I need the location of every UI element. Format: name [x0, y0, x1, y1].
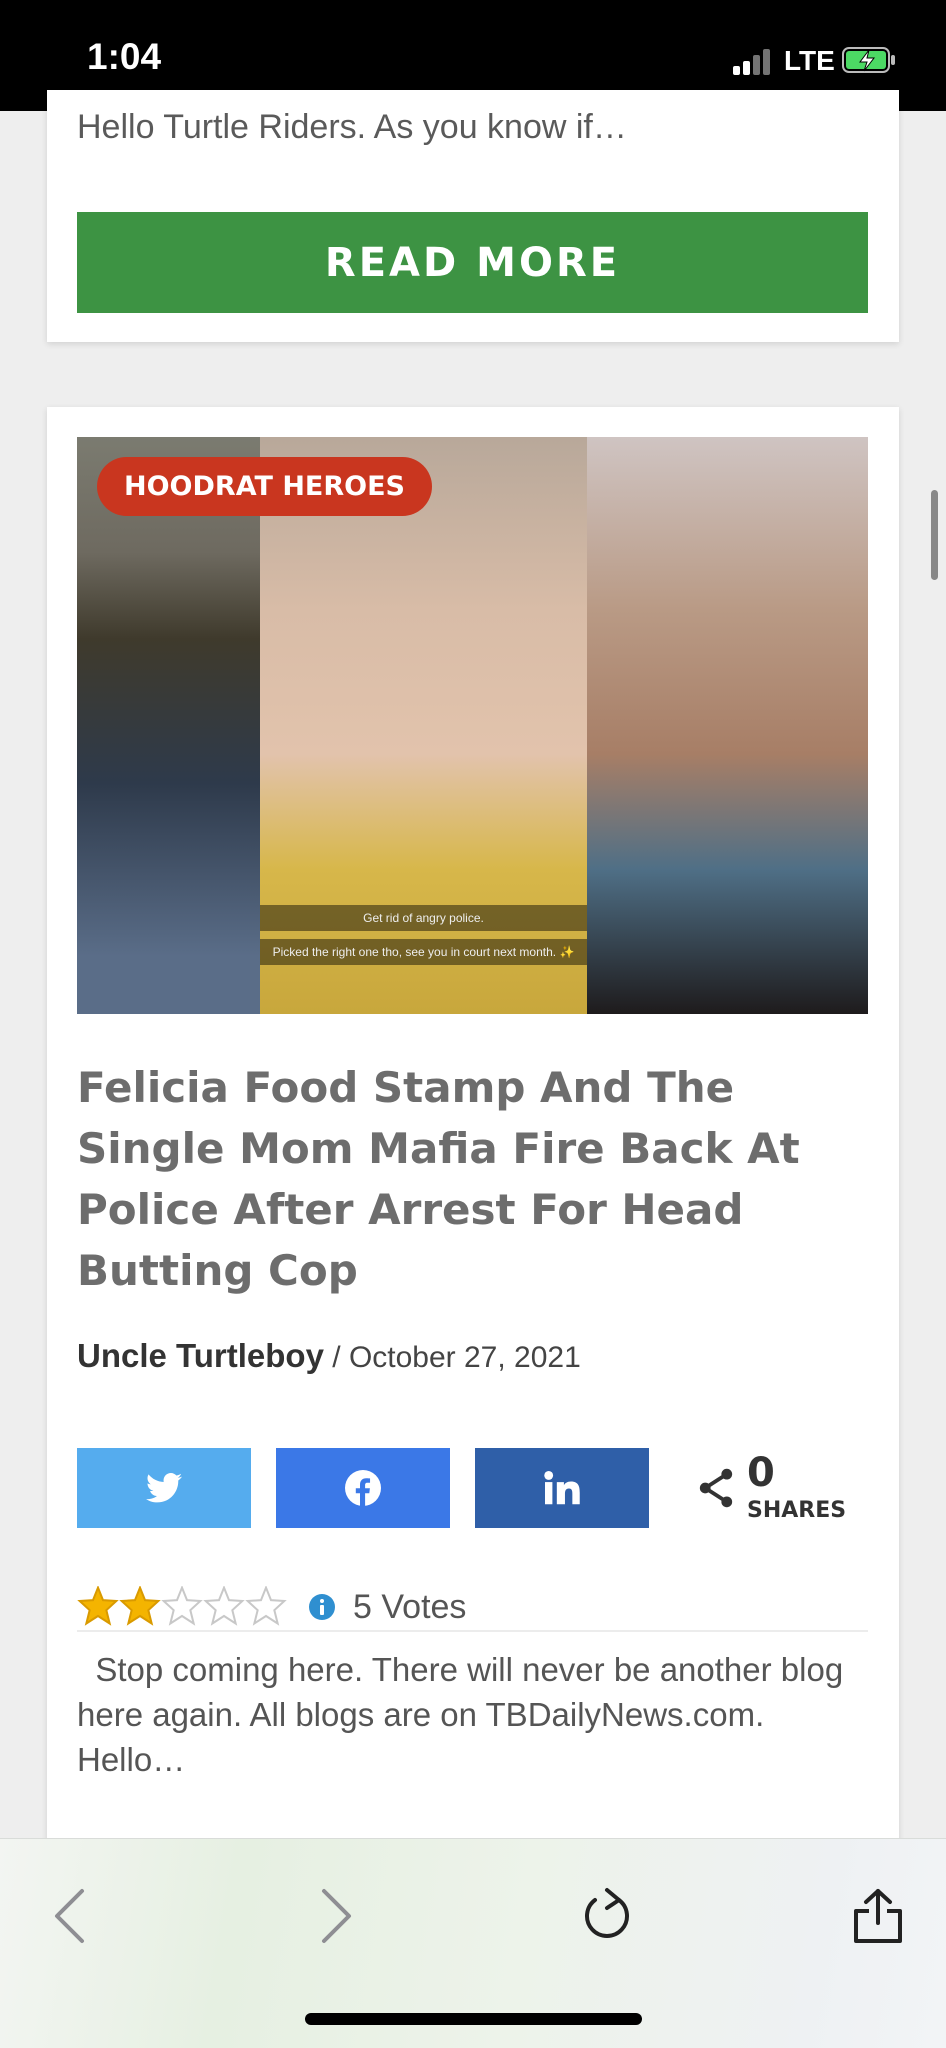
image-caption: Picked the right one tho, see you in cou… [260, 939, 587, 965]
forward-button[interactable] [302, 1881, 372, 1951]
twitter-icon [146, 1473, 182, 1503]
byline-separator: / [323, 1341, 349, 1374]
post-date: October 27, 2021 [348, 1341, 581, 1374]
reload-button[interactable] [572, 1881, 642, 1951]
forward-chevron-icon [322, 1889, 351, 1943]
signal-strength-icon [733, 47, 773, 75]
share-count-label: SHARES [747, 1498, 847, 1523]
facebook-icon [345, 1470, 381, 1506]
star-rating[interactable] [77, 1586, 287, 1626]
battery-charging-icon [842, 47, 895, 73]
linkedin-icon [544, 1471, 580, 1505]
scrollbar-thumb[interactable] [931, 490, 938, 580]
post-card: Get rid of angry police. Picked the righ… [47, 407, 899, 1857]
star-empty-icon[interactable] [161, 1586, 203, 1626]
star-filled-icon[interactable] [119, 1586, 161, 1626]
image-caption: Get rid of angry police. [260, 905, 587, 931]
photo-mugshot [587, 437, 868, 1014]
post-card-previous: Hello Turtle Riders. As you know if… REA… [47, 90, 899, 342]
network-type: LTE [784, 45, 835, 76]
back-chevron-icon [55, 1889, 84, 1943]
share-twitter-button[interactable] [77, 1448, 251, 1528]
share-facebook-button[interactable] [276, 1448, 450, 1528]
star-empty-icon[interactable] [203, 1586, 245, 1626]
read-more-button[interactable]: READ MORE [77, 212, 868, 313]
category-badge[interactable]: HOODRAT HEROES [97, 457, 432, 516]
post-excerpt: Stop coming here. There will never be an… [77, 1651, 853, 1778]
share-linkedin-button[interactable] [475, 1448, 649, 1528]
share-bar: 0 SHARES [77, 1448, 868, 1528]
photo-mirror-selfie [77, 437, 260, 1014]
share-count: 0 [747, 1450, 775, 1496]
status-time: 1:04 [87, 36, 162, 77]
author-link[interactable]: Uncle Turtleboy [77, 1337, 324, 1374]
vote-count: 5 Votes [353, 1588, 467, 1626]
post-title[interactable]: Felicia Food Stamp And The Single Mom Ma… [77, 1057, 868, 1301]
info-icon[interactable] [309, 1594, 335, 1620]
share-icon [854, 1889, 902, 1943]
star-empty-icon[interactable] [245, 1586, 287, 1626]
rating-widget: 5 Votes [77, 1582, 868, 1632]
home-indicator[interactable] [305, 2013, 642, 2025]
share-counter: 0 SHARES [687, 1448, 868, 1528]
post-featured-image[interactable]: Get rid of angry police. Picked the righ… [77, 437, 868, 1014]
back-button[interactable] [34, 1881, 104, 1951]
share-button[interactable] [843, 1881, 913, 1951]
star-filled-icon[interactable] [77, 1586, 119, 1626]
post-excerpt: Hello Turtle Riders. As you know if… [77, 108, 627, 146]
share-nodes-icon [699, 1468, 733, 1508]
post-byline: Uncle Turtleboy / October 27, 2021 [77, 1337, 581, 1375]
reload-icon [585, 1888, 629, 1938]
